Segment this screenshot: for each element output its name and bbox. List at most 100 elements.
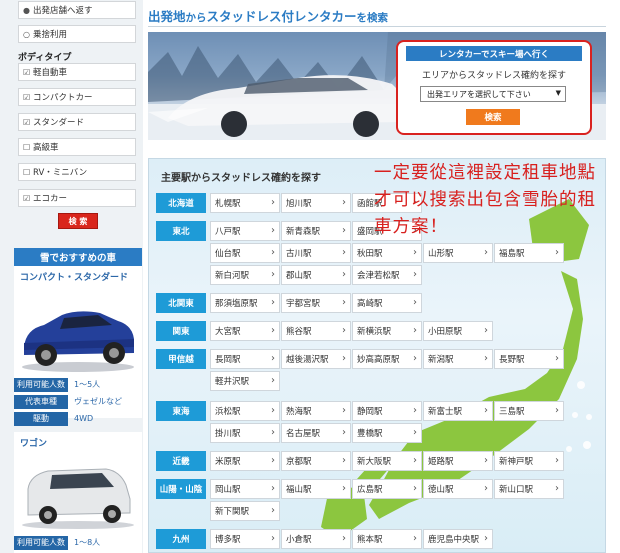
checkbox-icon: ☐ xyxy=(23,167,31,177)
station-link[interactable]: 熊谷駅 xyxy=(281,321,351,341)
station-link[interactable]: 掛川駅 xyxy=(210,423,280,443)
region-label-tokai: 東海 xyxy=(156,401,206,421)
select-value: 出発エリアを選択して下さい xyxy=(427,89,531,99)
station-link[interactable]: 福山駅 xyxy=(281,479,351,499)
checkbox-icon: ☑ xyxy=(23,193,31,203)
option-label: RV・ミニバン xyxy=(33,168,88,178)
checkbox-icon: ☑ xyxy=(23,117,31,127)
spec-row: 利用可能人数 1〜8人 xyxy=(14,535,142,550)
station-link[interactable]: 軽井沢駅 xyxy=(210,371,280,391)
spec-key: 駆動 xyxy=(14,411,68,426)
departure-area-select[interactable]: 出発エリアを選択して下さい ▼ xyxy=(420,86,566,102)
station-link[interactable]: 岡山駅 xyxy=(210,479,280,499)
station-link[interactable]: 博多駅 xyxy=(210,529,280,549)
car-category-name[interactable]: コンパクト・スタンダード xyxy=(14,266,142,287)
station-link[interactable]: 米原駅 xyxy=(210,451,280,471)
station-link[interactable]: 高崎駅 xyxy=(352,293,422,313)
title-part: スタッドレス付レンタカー xyxy=(206,9,357,24)
station-link[interactable]: 小倉駅 xyxy=(281,529,351,549)
body-type-luxury-checkbox[interactable]: ☐ 高級車 xyxy=(18,138,136,156)
body-type-compact-checkbox[interactable]: ☑ コンパクトカー xyxy=(18,88,136,106)
station-link[interactable]: 姫路駅 xyxy=(423,451,493,471)
body-type-kei-checkbox[interactable]: ☑ 軽自動車 xyxy=(18,63,136,81)
body-type-title: ボディタイプ xyxy=(18,53,72,63)
station-link[interactable]: 旭川駅 xyxy=(281,193,351,213)
option-label: スタンダード xyxy=(33,118,85,128)
body-type-eco-checkbox[interactable]: ☑ エコカー xyxy=(18,189,136,207)
station-link[interactable]: 大宮駅 xyxy=(210,321,280,341)
station-link[interactable]: 新潟駅 xyxy=(423,349,493,369)
car-category-name[interactable]: ワゴン xyxy=(14,432,142,453)
station-link[interactable]: 新大阪駅 xyxy=(352,451,422,471)
station-link[interactable]: 新富士駅 xyxy=(423,401,493,421)
spec-value: 4WD xyxy=(74,414,94,423)
widget-header: レンタカーでスキー場へ行く xyxy=(406,46,582,61)
dropdown-arrow-icon: ▼ xyxy=(555,89,561,97)
checkbox-icon: ☑ xyxy=(23,67,31,77)
station-link[interactable]: 広島駅 xyxy=(352,479,422,499)
station-link[interactable]: 新白河駅 xyxy=(210,265,280,285)
station-link[interactable]: 妙高高原駅 xyxy=(352,349,422,369)
station-link[interactable]: 福島駅 xyxy=(494,243,564,263)
option-label: コンパクトカー xyxy=(33,93,93,103)
body-type-rv-checkbox[interactable]: ☐ RV・ミニバン xyxy=(18,163,136,181)
station-link[interactable]: 熱海駅 xyxy=(281,401,351,421)
region-label-tohoku: 東北 xyxy=(156,221,206,241)
station-link[interactable]: 豊橋駅 xyxy=(352,423,422,443)
spec-row: 駆動 4WD xyxy=(14,411,142,426)
station-link[interactable]: 新青森駅 xyxy=(281,221,351,241)
station-link[interactable]: 八戸駅 xyxy=(210,221,280,241)
widget-label: エリアからスタッドレス確約を探す xyxy=(421,71,566,81)
checkbox-icon: ☑ xyxy=(23,92,31,102)
option-label: 乗捨利用 xyxy=(33,30,68,40)
station-link[interactable]: 会津若松駅 xyxy=(352,265,422,285)
checkbox-icon: ☐ xyxy=(23,142,31,152)
title-part: から xyxy=(185,12,207,24)
station-link[interactable]: 那須塩原駅 xyxy=(210,293,280,313)
station-link[interactable]: 名古屋駅 xyxy=(281,423,351,443)
spec-value: 1〜8人 xyxy=(74,538,101,547)
region-label-kanto: 関東 xyxy=(156,321,206,341)
wagon-car-image xyxy=(14,453,142,533)
drop-off-radio[interactable]: ○ 乗捨利用 xyxy=(18,25,136,43)
station-link[interactable]: 浜松駅 xyxy=(210,401,280,421)
title-part: を検索 xyxy=(356,12,389,24)
station-link[interactable]: 長野駅 xyxy=(494,349,564,369)
station-link[interactable]: 郡山駅 xyxy=(281,265,351,285)
option-label: 出発店舗へ返す xyxy=(33,6,93,16)
option-label: 高級車 xyxy=(33,143,59,153)
station-link[interactable]: 古川駅 xyxy=(281,243,351,263)
station-link[interactable]: 越後湯沢駅 xyxy=(281,349,351,369)
station-link[interactable]: 京都駅 xyxy=(281,451,351,471)
station-link[interactable]: 山形駅 xyxy=(423,243,493,263)
region-label-koshinetsu: 甲信越 xyxy=(156,349,206,369)
region-label-kinki: 近畿 xyxy=(156,451,206,471)
recommend-box: 雪でおすすめの車 コンパクト・スタンダード 利用可能人数 1〜5人 代表車種 ヴ… xyxy=(14,248,142,426)
station-link[interactable]: 札幌駅 xyxy=(210,193,280,213)
station-link[interactable]: 熊本駅 xyxy=(352,529,422,549)
body-type-standard-checkbox[interactable]: ☑ スタンダード xyxy=(18,113,136,131)
station-link[interactable]: 宇都宮駅 xyxy=(281,293,351,313)
station-link[interactable]: 鹿児島中央駅 xyxy=(423,529,493,549)
sidebar-search-button[interactable]: 検 索 xyxy=(58,213,98,229)
radio-icon: ○ xyxy=(23,29,30,39)
return-to-origin-radio[interactable]: ● 出発店舗へ返す xyxy=(18,1,136,19)
station-link[interactable]: 小田原駅 xyxy=(423,321,493,341)
widget-search-button[interactable]: 検索 xyxy=(466,109,520,125)
station-link[interactable]: 新下関駅 xyxy=(210,501,280,521)
radio-icon: ● xyxy=(23,5,30,15)
region-label-sanyo-sanin: 山陽・山陰 xyxy=(156,479,206,499)
station-link[interactable]: 秋田駅 xyxy=(352,243,422,263)
station-link[interactable]: 長岡駅 xyxy=(210,349,280,369)
area-search-widget: レンタカーでスキー場へ行く エリアからスタッドレス確約を探す 出発エリアを選択し… xyxy=(396,40,592,135)
annotation-note: 一定要從這裡設定租車地點才可以搜索出包含雪胎的租車方案！ xyxy=(374,163,596,237)
station-link[interactable]: 徳山駅 xyxy=(423,479,493,499)
option-label: エコカー xyxy=(33,194,68,204)
station-link[interactable]: 静岡駅 xyxy=(352,401,422,421)
station-link[interactable]: 仙台駅 xyxy=(210,243,280,263)
station-link[interactable]: 新神戸駅 xyxy=(494,451,564,471)
spec-value: ヴェゼルなど xyxy=(74,397,122,406)
station-link[interactable]: 新横浜駅 xyxy=(352,321,422,341)
station-link[interactable]: 新山口駅 xyxy=(494,479,564,499)
station-link[interactable]: 三島駅 xyxy=(494,401,564,421)
